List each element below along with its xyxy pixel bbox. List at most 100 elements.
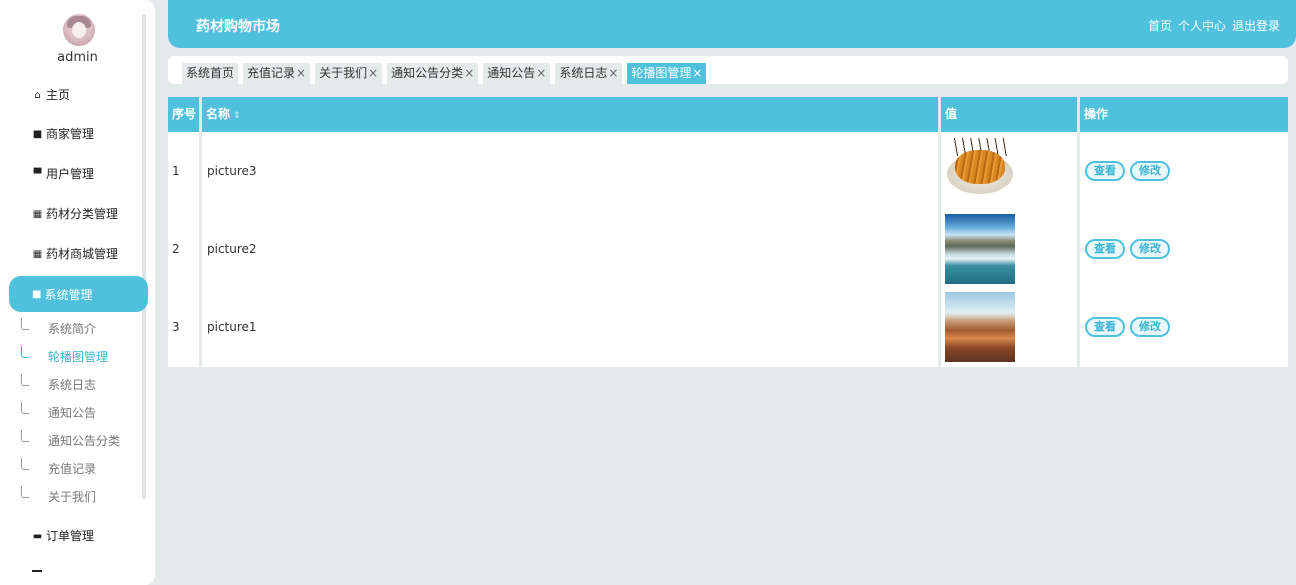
tab-about[interactable]: 关于我们 × <box>315 63 383 84</box>
table-header: 序号 名称 ⇕ 值 操作 <box>168 97 1288 132</box>
cell-name: picture3 <box>207 164 257 178</box>
table-row: 1 picture3 查看 修改 <box>168 132 1288 210</box>
edit-button[interactable]: 修改 <box>1130 317 1170 337</box>
sidebar-item-label: 订单管理 <box>46 529 95 543</box>
tab-recharge[interactable]: 充值记录 × <box>243 63 311 84</box>
grid-icon: ▦ <box>32 208 43 220</box>
carousel-table: 序号 名称⇕ 值 操作 1 picture3 查看 修改 2 picture2 <box>168 97 1288 367</box>
coast-image <box>945 292 1015 362</box>
header-index: 序号 <box>172 107 197 121</box>
submenu-item-notices[interactable]: 通知公告 <box>48 405 96 421</box>
view-button[interactable]: 查看 <box>1085 317 1125 337</box>
chat-icon: ▀ <box>33 168 42 180</box>
clipboard-icon: ■ <box>32 288 42 300</box>
submenu-connector <box>21 346 29 358</box>
header-value: 值 <box>945 107 958 121</box>
username: admin <box>57 50 98 65</box>
tab-label: 系统日志 <box>559 66 608 80</box>
home-link[interactable]: 首页 <box>1148 17 1172 34</box>
cell-actions: 查看 修改 <box>1081 210 1288 288</box>
herb-shape <box>955 150 1005 184</box>
cell-value <box>941 132 1077 210</box>
edit-button[interactable]: 修改 <box>1130 239 1170 259</box>
sidebar-item-herb-mall[interactable]: ▦ 药材商城管理 <box>32 244 118 264</box>
cell-value <box>941 288 1077 366</box>
sidebar-item-users[interactable]: ▀ 用户管理 <box>32 164 94 184</box>
sidebar-item-orders[interactable]: ▬ 订单管理 <box>32 526 94 546</box>
profile-link[interactable]: 个人中心 <box>1178 17 1226 34</box>
tab-system-log[interactable]: 系统日志 × <box>555 63 623 84</box>
tab-label: 关于我们 <box>319 66 368 80</box>
sidebar-item-system[interactable]: ■ 系统管理 <box>9 276 148 312</box>
top-header: 药材购物市场 首页 个人中心 退出登录 <box>168 0 1296 48</box>
tab-system-home[interactable]: 系统首页 <box>182 63 239 84</box>
sidebar-item-label: 药材分类管理 <box>46 207 119 221</box>
cell-actions: 查看 修改 <box>1081 132 1288 210</box>
grid-icon: ▦ <box>32 248 43 260</box>
cell-actions: 查看 修改 <box>1081 288 1288 366</box>
monitor-icon: ▬ <box>32 530 43 542</box>
close-icon[interactable]: × <box>692 63 702 84</box>
close-icon[interactable]: × <box>608 63 618 84</box>
table-row: 2 picture2 查看 修改 <box>168 210 1288 288</box>
briefcase-icon: ■ <box>32 128 43 140</box>
sidebar-item-label: 药材商城管理 <box>46 247 119 261</box>
sidebar: admin ⌂ 主页 ■ 商家管理 ▀ 用户管理 ▦ 药材分类管理 ▦ 药材商城… <box>0 0 155 585</box>
home-icon: ⌂ <box>34 89 41 101</box>
close-icon[interactable]: × <box>464 63 474 84</box>
cell-index: 1 <box>172 164 180 178</box>
sidebar-item-label: 主页 <box>46 88 71 102</box>
tab-notices[interactable]: 通知公告 × <box>483 63 551 84</box>
close-icon[interactable]: × <box>368 63 378 84</box>
sidebar-item-label: 用户管理 <box>46 167 95 181</box>
edit-button[interactable]: 修改 <box>1130 161 1170 181</box>
sidebar-scrollbar[interactable] <box>142 14 146 499</box>
submenu-connector <box>21 486 29 498</box>
submenu-item-recharge[interactable]: 充值记录 <box>48 461 96 477</box>
tab-label: 轮播图管理 <box>631 66 692 80</box>
submenu-connector <box>21 402 29 414</box>
view-button[interactable]: 查看 <box>1085 239 1125 259</box>
submenu-item-system-log[interactable]: 系统日志 <box>48 377 96 393</box>
tab-label: 充值记录 <box>247 66 296 80</box>
tab-notice-categories[interactable]: 通知公告分类 × <box>387 63 479 84</box>
table-row: 3 picture1 查看 修改 <box>168 288 1288 366</box>
submenu-item-about[interactable]: 关于我们 <box>48 489 96 505</box>
submenu-item-system-intro[interactable]: 系统简介 <box>48 321 96 337</box>
sort-icon[interactable]: ⇕ <box>233 111 241 121</box>
sidebar-item-merchants[interactable]: ■ 商家管理 <box>32 124 94 144</box>
tab-label: 通知公告 <box>487 66 536 80</box>
cell-index: 2 <box>172 242 180 256</box>
sidebar-item-home[interactable]: ⌂ 主页 <box>32 85 70 105</box>
logout-link[interactable]: 退出登录 <box>1232 17 1280 34</box>
cell-value <box>941 210 1077 288</box>
cordyceps-image <box>945 136 1015 206</box>
tab-label: 系统首页 <box>186 66 235 80</box>
cell-name: picture2 <box>207 242 257 256</box>
sidebar-item-label: 商家管理 <box>46 127 95 141</box>
header-name[interactable]: 名称 ⇕ <box>202 97 940 132</box>
sidebar-item-label: 系统管理 <box>44 287 93 302</box>
submenu-connector <box>21 318 29 330</box>
cell-index: 3 <box>172 320 180 334</box>
cell-name: picture1 <box>207 320 257 334</box>
header-actions: 操作 <box>1084 107 1109 121</box>
submenu-connector <box>21 430 29 442</box>
app-title: 药材购物市场 <box>196 19 280 35</box>
tab-carousel[interactable]: 轮播图管理 × <box>627 63 707 84</box>
submenu-item-notice-categories[interactable]: 通知公告分类 <box>48 433 120 449</box>
submenu-item-carousel[interactable]: 轮播图管理 <box>48 349 108 365</box>
avatar[interactable] <box>63 14 95 46</box>
close-icon[interactable]: × <box>536 63 546 84</box>
tab-label: 通知公告分类 <box>391 66 464 80</box>
tabs: 系统首页 充值记录 × 关于我们 × 通知公告分类 × 通知公告 × 系统日志 … <box>182 63 707 84</box>
header-links: 首页 个人中心 退出登录 <box>1148 17 1280 34</box>
view-button[interactable]: 查看 <box>1085 161 1125 181</box>
sidebar-item-partial-icon <box>32 570 42 572</box>
submenu-connector <box>21 458 29 470</box>
sidebar-item-herb-categories[interactable]: ▦ 药材分类管理 <box>32 204 118 224</box>
tab-bar: 系统首页 充值记录 × 关于我们 × 通知公告分类 × 通知公告 × 系统日志 … <box>168 56 1288 84</box>
close-icon[interactable]: × <box>296 63 306 84</box>
submenu-connector <box>21 374 29 386</box>
avatar-face <box>72 22 86 38</box>
